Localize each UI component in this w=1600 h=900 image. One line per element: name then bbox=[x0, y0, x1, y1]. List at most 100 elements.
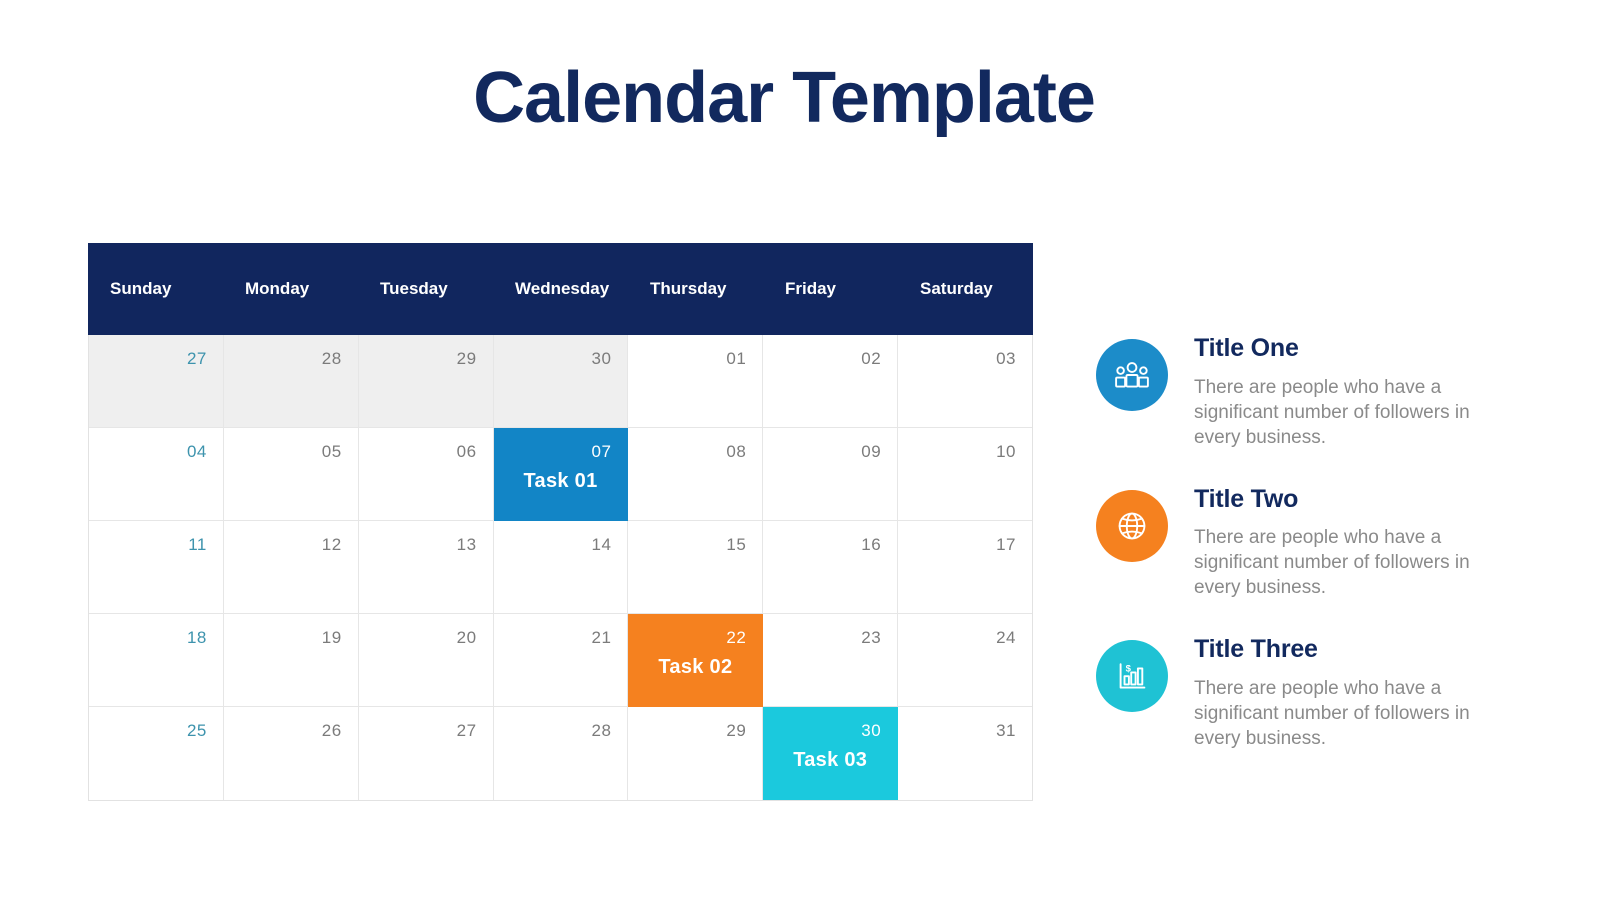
day-header-monday: Monday bbox=[245, 279, 310, 298]
date-number: 11 bbox=[188, 535, 207, 554]
calendar-day-cell[interactable]: 31 bbox=[898, 707, 1033, 800]
date-number: 23 bbox=[861, 628, 882, 647]
calendar-day-cell[interactable]: 29 bbox=[358, 335, 494, 428]
calendar-day-cell[interactable]: 27 bbox=[89, 335, 224, 428]
day-header-friday: Friday bbox=[785, 279, 837, 298]
feature-text-block: Title Two There are people who have a si… bbox=[1194, 484, 1494, 601]
calendar-day-cell[interactable]: 20 bbox=[358, 614, 494, 707]
slide-root: Calendar Template Sunday Monday Tuesday … bbox=[0, 0, 1600, 900]
task-label: Task 02 bbox=[658, 656, 733, 678]
task-label: Task 01 bbox=[523, 470, 598, 492]
calendar-week-row: 04 05 06 07 Task 01 08 09 10 bbox=[89, 428, 1033, 521]
calendar-day-cell[interactable]: 24 bbox=[898, 614, 1033, 707]
date-number: 12 bbox=[321, 535, 342, 554]
calendar-day-cell[interactable]: 04 bbox=[89, 428, 224, 521]
calendar-day-cell[interactable]: 25 bbox=[89, 707, 224, 800]
date-number: 29 bbox=[726, 721, 747, 740]
date-number: 02 bbox=[861, 349, 882, 368]
calendar-day-cell[interactable]: 28 bbox=[493, 707, 629, 800]
calendar-day-cell[interactable]: 17 bbox=[898, 521, 1033, 614]
day-header-thursday: Thursday bbox=[650, 279, 727, 298]
calendar-day-cell[interactable]: 19 bbox=[223, 614, 359, 707]
calendar-day-cell[interactable]: 05 bbox=[223, 428, 359, 521]
date-number: 28 bbox=[591, 721, 612, 740]
date-number: 05 bbox=[321, 442, 342, 461]
date-number: 04 bbox=[186, 442, 207, 461]
date-number: 15 bbox=[726, 535, 747, 554]
bar-chart-dollar-icon: $ bbox=[1096, 640, 1168, 713]
date-number: 08 bbox=[726, 442, 747, 461]
calendar-day-cell[interactable]: 02 bbox=[763, 335, 899, 428]
feature-title: Title Two bbox=[1194, 484, 1299, 513]
date-number: 26 bbox=[321, 721, 342, 740]
calendar-week-row: 25 26 27 28 29 30 Task 03 31 bbox=[89, 707, 1033, 800]
feature-item-one: Title One There are people who have a si… bbox=[1096, 334, 1516, 450]
calendar-week-row: 27 28 29 30 01 02 03 bbox=[89, 335, 1033, 428]
calendar-day-cell[interactable]: 21 bbox=[493, 614, 629, 707]
date-number: 03 bbox=[996, 349, 1017, 368]
date-number: 20 bbox=[456, 628, 477, 647]
task-label: Task 03 bbox=[793, 749, 868, 771]
calendar-day-cell[interactable]: 28 bbox=[223, 335, 359, 428]
date-number: 21 bbox=[591, 628, 612, 647]
calendar-day-cell[interactable]: 18 bbox=[89, 614, 224, 707]
date-number: 27 bbox=[186, 349, 207, 368]
globe-icon bbox=[1096, 489, 1168, 562]
calendar-day-cell[interactable]: 11 bbox=[89, 521, 224, 614]
feature-text-block: Title One There are people who have a si… bbox=[1194, 334, 1494, 450]
calendar-day-cell[interactable]: 01 bbox=[628, 335, 764, 428]
day-header-sunday: Sunday bbox=[110, 279, 172, 298]
feature-item-three: $ Title Three There are people who have … bbox=[1096, 636, 1516, 751]
feature-title: Title One bbox=[1194, 334, 1299, 362]
date-number: 29 bbox=[456, 349, 477, 368]
feature-text-block: Title Three There are people who have a … bbox=[1194, 636, 1494, 751]
feature-description: There are people who have a significant … bbox=[1194, 527, 1470, 599]
day-header-saturday: Saturday bbox=[920, 279, 993, 298]
page-title: Calendar Template bbox=[473, 58, 1096, 138]
calendar-day-cell[interactable]: 12 bbox=[223, 521, 359, 614]
calendar-header-row: Sunday Monday Tuesday Wednesday Thursday… bbox=[88, 243, 1033, 335]
date-number: 13 bbox=[456, 535, 477, 554]
calendar-day-cell[interactable]: 13 bbox=[358, 521, 494, 614]
calendar-week-row: 18 19 20 21 22 Task 02 23 24 bbox=[89, 614, 1033, 707]
calendar-day-cell[interactable]: 15 bbox=[628, 521, 764, 614]
calendar-day-cell-task-01[interactable]: 07 Task 01 bbox=[493, 428, 629, 521]
day-header-tuesday: Tuesday bbox=[380, 279, 448, 298]
day-header-wednesday: Wednesday bbox=[515, 279, 610, 298]
calendar-day-cell[interactable]: 09 bbox=[763, 428, 899, 521]
feature-description: There are people who have a significant … bbox=[1194, 677, 1470, 750]
calendar-day-cell[interactable]: 23 bbox=[763, 614, 899, 707]
calendar-day-cell-task-03[interactable]: 30 Task 03 bbox=[763, 707, 899, 800]
date-number: 09 bbox=[861, 442, 882, 461]
calendar-day-cell[interactable]: 14 bbox=[493, 521, 629, 614]
date-number: 30 bbox=[591, 349, 612, 368]
calendar-day-cell[interactable]: 29 bbox=[628, 707, 764, 800]
date-number: 07 bbox=[591, 442, 612, 461]
date-number: 06 bbox=[456, 442, 477, 461]
date-number: 01 bbox=[726, 349, 747, 368]
calendar-day-cell-task-02[interactable]: 22 Task 02 bbox=[628, 614, 764, 707]
people-group-icon bbox=[1096, 339, 1168, 411]
calendar-day-cell[interactable]: 10 bbox=[898, 428, 1033, 521]
date-number: 19 bbox=[321, 628, 342, 647]
date-number: 18 bbox=[186, 628, 207, 647]
date-number: 14 bbox=[591, 535, 612, 554]
calendar-week-row: 11 12 13 14 15 16 17 bbox=[89, 521, 1033, 614]
date-number: 27 bbox=[456, 721, 477, 740]
feature-description: There are people who have a significant … bbox=[1194, 376, 1470, 448]
date-number: 22 bbox=[726, 628, 747, 647]
svg-text:$: $ bbox=[1126, 664, 1132, 675]
feature-title: Title Three bbox=[1194, 635, 1318, 664]
calendar-day-cell[interactable]: 16 bbox=[763, 521, 899, 614]
date-number: 16 bbox=[861, 535, 882, 554]
calendar-day-cell[interactable]: 06 bbox=[358, 428, 494, 521]
feature-item-two: Title Two There are people who have a si… bbox=[1096, 484, 1516, 601]
date-number: 25 bbox=[186, 721, 207, 740]
calendar-day-cell[interactable]: 08 bbox=[628, 428, 764, 521]
calendar-day-cell[interactable]: 30 bbox=[493, 335, 629, 428]
date-number: 24 bbox=[996, 628, 1017, 647]
calendar-day-cell[interactable]: 03 bbox=[898, 335, 1033, 428]
calendar-day-cell[interactable]: 26 bbox=[223, 707, 359, 800]
calendar-body: 27 28 29 30 01 02 03 04 05 06 07 Task 01… bbox=[88, 335, 1033, 801]
calendar-day-cell[interactable]: 27 bbox=[358, 707, 494, 800]
